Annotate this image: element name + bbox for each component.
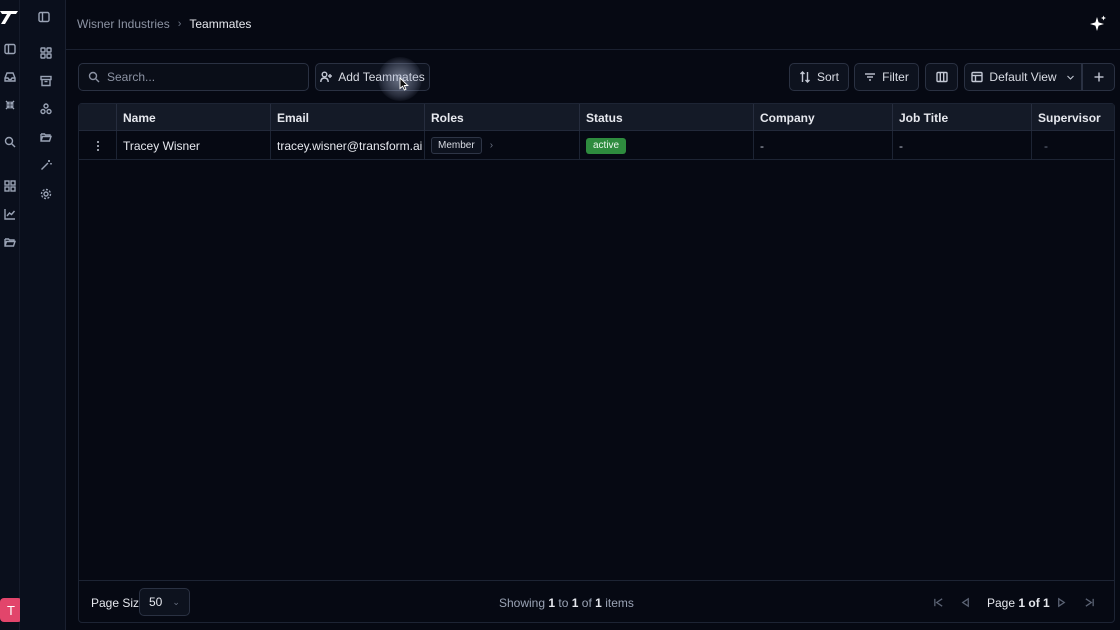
page-header: Wisner Industries › Teammates <box>66 0 1120 50</box>
plus-icon <box>1094 72 1103 82</box>
column-header-job-title[interactable]: Job Title <box>892 104 1031 131</box>
previous-page-icon[interactable] <box>957 595 973 609</box>
columns-icon <box>935 71 948 83</box>
ai-sparkle-icon[interactable] <box>1088 14 1108 34</box>
search-icon[interactable] <box>3 135 17 149</box>
header-actions-column <box>79 104 116 131</box>
chevron-down-icon: ⌄ <box>172 596 180 607</box>
view-select-button[interactable]: Default View <box>964 63 1082 91</box>
page-indicator: Page 1 of 1 <box>987 596 1050 610</box>
chevron-down-icon <box>1066 75 1074 80</box>
showing-suffix: items <box>605 596 634 610</box>
showing-of-word: of <box>581 596 592 610</box>
cell-job-title: - <box>892 131 1031 160</box>
analytics-chart-icon[interactable] <box>3 207 17 221</box>
showing-from: 1 <box>548 596 556 610</box>
search-icon <box>88 71 100 83</box>
sidebar-toggle-icon[interactable] <box>37 10 51 24</box>
table-header: Name Email Roles Status Company Job Titl… <box>79 104 1114 131</box>
panel-icon[interactable] <box>3 42 17 56</box>
folder-open-icon[interactable] <box>3 235 17 249</box>
cell-supervisor: - <box>1031 131 1114 160</box>
add-view-button[interactable] <box>1082 63 1115 91</box>
breadcrumb: Wisner Industries › Teammates <box>77 17 251 31</box>
folder-icon[interactable] <box>39 130 53 144</box>
status-badge: active <box>586 137 627 154</box>
column-header-company[interactable]: Company <box>753 104 892 131</box>
table-footer: Page Size 50 ⌄ Showing 1 to 1 of 1 items <box>79 580 1114 622</box>
page-size-label: Page Size <box>91 596 146 610</box>
user-avatar[interactable]: T <box>0 598 22 622</box>
last-page-icon[interactable] <box>1081 595 1097 609</box>
filter-lines-icon <box>865 73 876 81</box>
column-header-name[interactable]: Name <box>116 104 271 131</box>
filter-label: Filter <box>882 70 909 84</box>
collapse-icon[interactable] <box>3 98 17 112</box>
archive-icon[interactable] <box>39 74 53 88</box>
search-box <box>78 63 309 91</box>
layout-icon <box>971 71 984 83</box>
cell-roles: Member › <box>424 131 579 160</box>
columns-button[interactable] <box>925 63 958 91</box>
showing-to: 1 <box>571 596 579 610</box>
add-teammates-button[interactable]: Add Teammates <box>315 63 430 91</box>
cell-name: Tracey Wisner <box>116 131 271 160</box>
settings-gear-icon[interactable] <box>39 187 53 201</box>
chevron-right-icon[interactable]: › <box>490 140 493 151</box>
column-header-email[interactable]: Email <box>270 104 425 131</box>
primary-sidebar: T <box>0 0 22 630</box>
user-plus-icon <box>320 71 333 83</box>
cell-company: - <box>753 131 892 160</box>
sort-arrows-icon <box>799 71 810 83</box>
showing-prefix: Showing <box>499 596 546 610</box>
showing-to-word: to <box>558 596 569 610</box>
cell-email: tracey.wisner@transform.ai <box>270 131 425 160</box>
page-size-value: 50 <box>149 595 163 609</box>
search-input[interactable] <box>107 70 297 84</box>
brand-logo-icon[interactable] <box>0 8 20 26</box>
app-root: T Wisner Industries › Teammates Search..… <box>0 0 1120 630</box>
table-row[interactable]: Tracey Wisner tracey.wisner@transform.ai… <box>79 131 1114 160</box>
inbox-icon[interactable] <box>3 70 17 84</box>
mouse-cursor-icon <box>399 77 409 91</box>
role-tag[interactable]: Member <box>431 137 482 154</box>
filter-button[interactable]: Filter <box>854 63 919 91</box>
integrations-icon[interactable] <box>39 102 53 116</box>
sort-label: Sort <box>816 70 839 84</box>
add-teammates-label: Add Teammates <box>338 70 425 84</box>
apps-grid-icon[interactable] <box>3 179 17 193</box>
next-page-icon[interactable] <box>1053 595 1069 609</box>
row-actions-kebab-icon[interactable] <box>79 131 116 160</box>
page-word: Page <box>987 596 1016 610</box>
showing-total: 1 <box>595 596 602 610</box>
breadcrumb-org-link[interactable]: Wisner Industries <box>77 17 170 31</box>
cell-status: active <box>579 131 753 160</box>
magic-wand-icon[interactable] <box>39 158 53 172</box>
view-label: Default View <box>989 70 1057 84</box>
showing-count: Showing 1 to 1 of 1 items <box>499 596 634 610</box>
chevron-right-icon: › <box>177 18 182 30</box>
page-size-select[interactable]: 50 ⌄ <box>139 588 190 616</box>
dashboard-icon[interactable] <box>39 46 53 60</box>
column-header-roles[interactable]: Roles <box>424 104 579 131</box>
breadcrumb-current: Teammates <box>189 17 252 31</box>
page-current: 1 of 1 <box>1018 596 1050 610</box>
sort-button[interactable]: Sort <box>789 63 849 91</box>
column-header-supervisor[interactable]: Supervisor <box>1031 104 1114 131</box>
teammates-table: Name Email Roles Status Company Job Titl… <box>78 103 1115 623</box>
first-page-icon[interactable] <box>930 595 946 609</box>
column-header-status[interactable]: Status <box>579 104 753 131</box>
secondary-sidebar <box>20 0 66 630</box>
